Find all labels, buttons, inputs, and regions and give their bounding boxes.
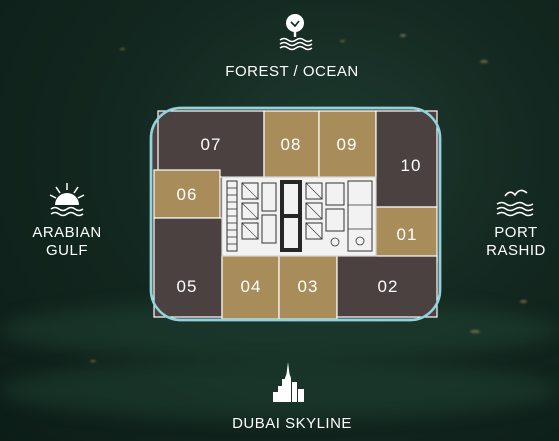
unit-label-10: 10 bbox=[401, 156, 422, 175]
unit-label-09: 09 bbox=[337, 135, 358, 154]
unit-label-02: 02 bbox=[378, 277, 399, 296]
unit-label-05: 05 bbox=[177, 277, 198, 296]
floor-plan: 07 08 09 10 06 01 05 04 03 02 bbox=[149, 106, 442, 322]
unit-label-04: 04 bbox=[241, 277, 262, 296]
building-core bbox=[221, 176, 377, 257]
unit-label-03: 03 bbox=[298, 277, 319, 296]
unit-05[interactable] bbox=[153, 217, 223, 318]
unit-label-06: 06 bbox=[177, 185, 198, 204]
unit-label-08: 08 bbox=[281, 135, 302, 154]
unit-label-01: 01 bbox=[397, 225, 418, 244]
unit-label-07: 07 bbox=[201, 135, 222, 154]
